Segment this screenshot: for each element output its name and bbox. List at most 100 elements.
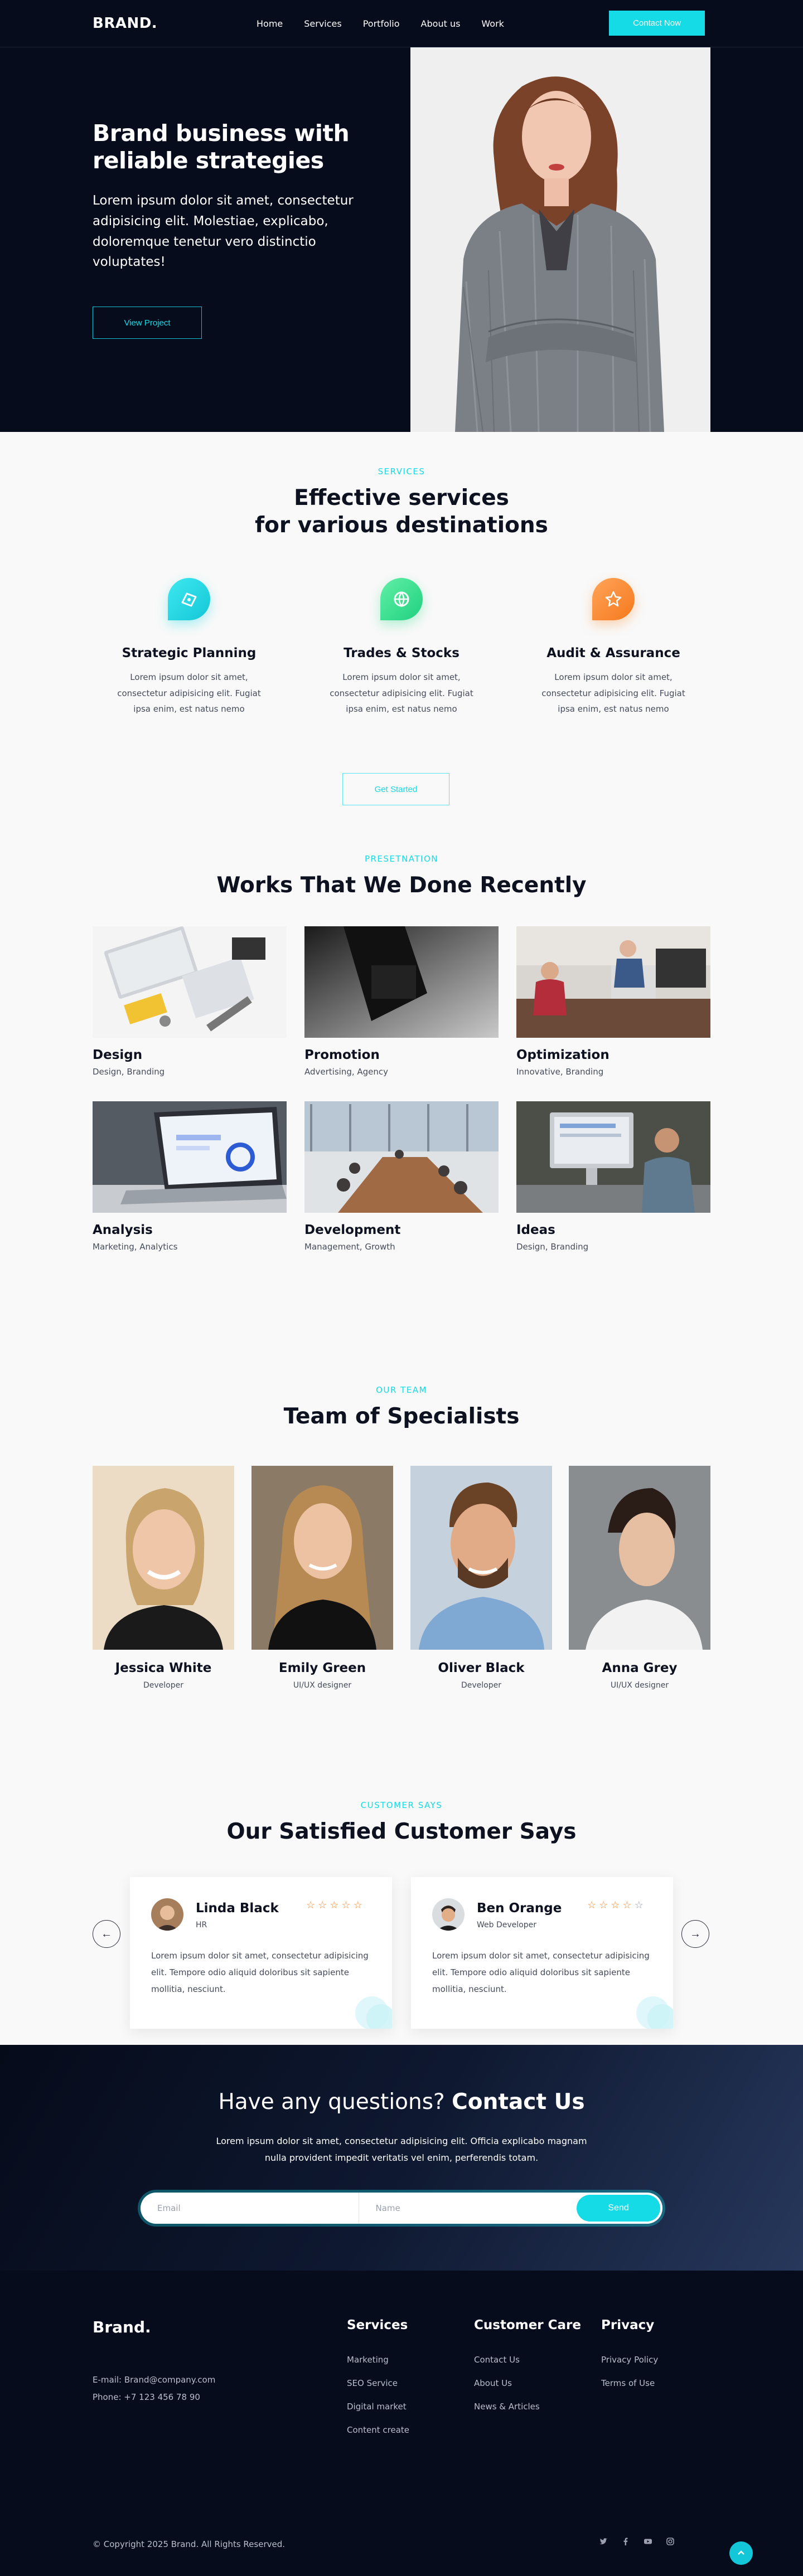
service-title: Trades & Stocks [344, 646, 459, 660]
prev-arrow-button[interactable]: ← [93, 1920, 120, 1948]
back-to-top-button[interactable] [729, 2541, 753, 2565]
next-arrow-button[interactable]: → [681, 1920, 709, 1948]
team-member-card: Oliver Black Developer [410, 1466, 552, 1690]
footer-logo[interactable]: Brand. [93, 2318, 151, 2336]
work-image-ideas [516, 1101, 710, 1213]
view-project-button[interactable]: View Project [93, 307, 202, 339]
contact-now-button[interactable]: Contact Now [609, 11, 705, 36]
work-card-promotion[interactable]: Promotion Advertising, Agency [304, 926, 499, 1077]
footer-link[interactable]: News & Articles [474, 2402, 581, 2412]
work-tags: Marketing, Analytics [93, 1242, 178, 1252]
work-image-development [304, 1101, 499, 1213]
testimonials-section: CUSTOMER SAYS Our Satisfied Customer Say… [0, 1775, 803, 2045]
facebook-icon[interactable] [621, 2537, 630, 2548]
footer-link[interactable]: Digital market [347, 2402, 409, 2412]
team-title: Team of Specialists [283, 1404, 520, 1429]
email-field[interactable]: Email [141, 2193, 359, 2224]
nav-link-work[interactable]: Work [481, 18, 504, 29]
services-title-line1: Effective services [294, 485, 509, 511]
services-title: Effective services for various destinati… [0, 485, 803, 539]
contact-section: Have any questions? Contact Us Lorem ips… [0, 2045, 803, 2271]
footer-link[interactable]: Privacy Policy [601, 2355, 658, 2365]
twitter-icon[interactable] [599, 2537, 608, 2548]
service-card-strategic-planning: Strategic Planning Lorem ipsum dolor sit… [108, 578, 270, 717]
work-image-promotion [304, 926, 499, 1038]
footer-link[interactable]: Contact Us [474, 2355, 581, 2365]
work-title: Ideas [516, 1223, 555, 1237]
member-role: Developer [143, 1681, 183, 1690]
team-member-photo [93, 1466, 234, 1650]
social-links [599, 2537, 675, 2548]
arrow-right-icon: → [690, 1927, 701, 1940]
star-filled-icon: ☆ [306, 1899, 318, 1911]
rating-stars: ☆☆☆☆☆ [587, 1899, 646, 1911]
work-title: Optimization [516, 1048, 609, 1062]
team-member-photo [569, 1466, 710, 1650]
brand-logo[interactable]: BRAND. [93, 15, 157, 32]
chevron-up-icon [737, 2548, 745, 2558]
footer-column-customer-care: Customer Care Contact Us About Us News &… [474, 2318, 581, 2412]
work-tags: Design, Branding [93, 1067, 165, 1077]
service-title: Audit & Assurance [546, 646, 680, 660]
testimonial-role: Web Developer [477, 1921, 536, 1929]
name-field[interactable]: Name [359, 2193, 577, 2224]
strategy-icon [168, 578, 210, 620]
service-text: Lorem ipsum dolor sit amet, consectetur … [330, 672, 473, 714]
copyright-text: © Copyright 2025 Brand. All Rights Reser… [93, 2539, 286, 2549]
send-button[interactable]: Send [577, 2195, 660, 2222]
footer: Brand. E-mail: Brand@company.com Phone: … [0, 2271, 803, 2576]
work-card-design[interactable]: Design Design, Branding [93, 926, 287, 1077]
footer-link[interactable]: Content create [347, 2425, 409, 2435]
nav-link-services[interactable]: Services [304, 18, 341, 29]
footer-column-title: Privacy [601, 2318, 655, 2332]
work-tags: Advertising, Agency [304, 1067, 389, 1077]
instagram-icon[interactable] [666, 2537, 675, 2548]
footer-link[interactable]: About Us [474, 2378, 581, 2388]
footer-link[interactable]: SEO Service [347, 2378, 409, 2388]
testimonial-card: Linda Black HR ☆☆☆☆☆ Lorem ipsum dolor s… [130, 1877, 392, 2029]
member-name: Oliver Black [438, 1661, 525, 1675]
testimonial-name: Linda Black [196, 1901, 279, 1916]
works-label: PRESETNATION [364, 854, 439, 864]
work-card-ideas[interactable]: Ideas Design, Branding [516, 1101, 710, 1252]
footer-email: E-mail: Brand@company.com [93, 2375, 216, 2385]
work-card-analysis[interactable]: Analysis Marketing, Analytics [93, 1101, 287, 1252]
top-navigation: BRAND. Home Services Portfolio About us … [0, 0, 803, 47]
footer-link[interactable]: Terms of Use [601, 2378, 658, 2388]
work-card-optimization[interactable]: Optimization Innovative, Branding [516, 926, 710, 1077]
service-card-audit-assurance: Audit & Assurance Lorem ipsum dolor sit … [533, 578, 694, 717]
footer-column-privacy: Privacy Privacy Policy Terms of Use [601, 2318, 658, 2388]
star-filled-icon: ☆ [341, 1899, 354, 1911]
nav-links: Home Services Portfolio About us Work [257, 0, 504, 47]
nav-link-portfolio[interactable]: Portfolio [363, 18, 400, 29]
work-card-development[interactable]: Development Management, Growth [304, 1101, 499, 1252]
globe-icon [380, 578, 423, 620]
hero-portrait-image [410, 47, 710, 432]
work-title: Development [304, 1223, 401, 1237]
work-image-optimization [516, 926, 710, 1038]
footer-column-services: Services Marketing SEO Service Digital m… [347, 2318, 409, 2435]
star-empty-icon: ☆ [634, 1899, 646, 1911]
service-text: Lorem ipsum dolor sit amet, consectetur … [117, 672, 261, 714]
work-tags: Management, Growth [304, 1242, 395, 1252]
contact-title-bold: Contact Us [452, 2089, 585, 2115]
team-member-card: Anna Grey UI/UX designer [569, 1466, 710, 1690]
contact-form: Email Name Send [141, 2193, 662, 2224]
member-name: Jessica White [115, 1661, 212, 1675]
hero-text: Lorem ipsum dolor sit amet, consectetur … [93, 193, 354, 270]
get-started-button[interactable]: Get Started [342, 773, 449, 805]
star-icon [592, 578, 635, 620]
youtube-icon[interactable] [644, 2537, 652, 2548]
star-filled-icon: ☆ [611, 1899, 623, 1911]
member-name: Anna Grey [602, 1661, 678, 1675]
work-title: Analysis [93, 1223, 153, 1237]
nav-link-home[interactable]: Home [257, 18, 283, 29]
work-tags: Design, Branding [516, 1242, 589, 1252]
team-label: OUR TEAM [376, 1385, 427, 1395]
star-filled-icon: ☆ [587, 1899, 599, 1911]
service-card-trades-stocks: Trades & Stocks Lorem ipsum dolor sit am… [321, 578, 482, 717]
team-member-card: Jessica White Developer [93, 1466, 234, 1690]
hero-title: Brand business with reliable strategies [93, 120, 350, 174]
footer-link[interactable]: Marketing [347, 2355, 409, 2365]
nav-link-about[interactable]: About us [421, 18, 461, 29]
